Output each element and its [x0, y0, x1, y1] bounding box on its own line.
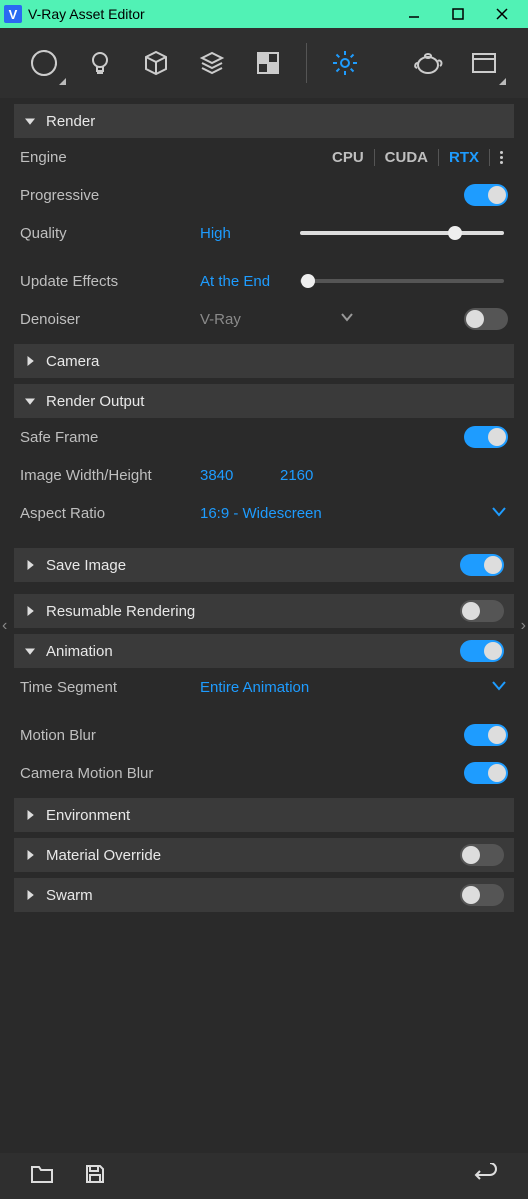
maximize-button[interactable] — [436, 0, 480, 28]
section-render[interactable]: Render — [14, 104, 514, 138]
section-material-override[interactable]: Material Override — [14, 838, 514, 872]
section-camera[interactable]: Camera — [14, 344, 514, 378]
section-swarm[interactable]: Swarm — [14, 878, 514, 912]
caret-right-icon — [24, 888, 38, 902]
time-segment-dropdown[interactable] — [490, 676, 508, 699]
safe-frame-label: Safe Frame — [20, 429, 200, 446]
animation-toggle[interactable] — [460, 640, 504, 662]
row-denoiser: Denoiser V-Ray — [14, 300, 514, 338]
teapot-icon[interactable] — [404, 39, 452, 87]
aspect-value[interactable]: 16:9 - Widescreen — [200, 505, 322, 522]
row-motion-blur: Motion Blur — [14, 716, 514, 754]
textures-icon[interactable] — [244, 39, 292, 87]
section-environment-label: Environment — [46, 807, 130, 824]
toolbar — [0, 28, 528, 98]
row-progressive: Progressive — [14, 176, 514, 214]
lights-icon[interactable] — [76, 39, 124, 87]
camera-motion-blur-label: Camera Motion Blur — [20, 765, 200, 782]
safe-frame-toggle[interactable] — [464, 426, 508, 448]
geometry-icon[interactable] — [132, 39, 180, 87]
engine-label: Engine — [20, 149, 200, 166]
row-time-segment: Time Segment Entire Animation — [14, 668, 514, 706]
section-save-image-label: Save Image — [46, 557, 126, 574]
row-engine: Engine CPU CUDA RTX — [14, 138, 514, 176]
panel-right-arrow[interactable]: › — [521, 617, 526, 635]
caret-right-icon — [24, 848, 38, 862]
titlebar: V V-Ray Asset Editor — [0, 0, 528, 28]
engine-more-icon[interactable] — [494, 151, 508, 164]
section-render-output-label: Render Output — [46, 393, 144, 410]
section-save-image[interactable]: Save Image — [14, 548, 514, 582]
update-effects-slider[interactable] — [300, 279, 504, 283]
frame-buffer-icon[interactable] — [460, 39, 508, 87]
caret-right-icon — [24, 558, 38, 572]
row-image-dims: Image Width/Height 3840 2160 — [14, 456, 514, 494]
row-camera-motion-blur: Camera Motion Blur — [14, 754, 514, 792]
app-logo: V — [4, 5, 22, 23]
materials-icon[interactable] — [20, 39, 68, 87]
camera-motion-blur-toggle[interactable] — [464, 762, 508, 784]
section-swarm-label: Swarm — [46, 887, 93, 904]
denoiser-toggle[interactable] — [464, 308, 508, 330]
quality-label: Quality — [20, 225, 200, 242]
section-environment[interactable]: Environment — [14, 798, 514, 832]
image-width-input[interactable]: 3840 — [200, 467, 280, 484]
denoiser-dropdown[interactable] — [339, 309, 355, 330]
resumable-toggle[interactable] — [460, 600, 504, 622]
section-render-label: Render — [46, 113, 95, 130]
progressive-toggle[interactable] — [464, 184, 508, 206]
settings-panel: ‹ › Render Engine CPU CUDA RTX Progressi… — [0, 98, 528, 1153]
caret-down-icon — [24, 114, 38, 128]
denoiser-value: V-Ray — [200, 311, 241, 328]
section-resumable[interactable]: Resumable Rendering — [14, 594, 514, 628]
section-camera-label: Camera — [46, 353, 99, 370]
section-resumable-label: Resumable Rendering — [46, 603, 195, 620]
image-height-input[interactable]: 2160 — [280, 467, 360, 484]
row-safe-frame: Safe Frame — [14, 418, 514, 456]
time-segment-label: Time Segment — [20, 679, 200, 696]
quality-slider[interactable] — [300, 231, 504, 235]
motion-blur-label: Motion Blur — [20, 727, 200, 744]
panel-left-arrow[interactable]: ‹ — [2, 617, 7, 635]
swarm-toggle[interactable] — [460, 884, 504, 906]
section-material-override-label: Material Override — [46, 847, 161, 864]
progressive-label: Progressive — [20, 187, 200, 204]
caret-down-icon — [24, 394, 38, 408]
update-effects-label: Update Effects — [20, 273, 200, 290]
toolbar-divider — [306, 43, 307, 83]
caret-right-icon — [24, 808, 38, 822]
engine-cuda[interactable]: CUDA — [375, 149, 439, 166]
material-override-toggle[interactable] — [460, 844, 504, 866]
render-elements-icon[interactable] — [188, 39, 236, 87]
image-dims-label: Image Width/Height — [20, 467, 200, 484]
section-animation-label: Animation — [46, 643, 113, 660]
window-title: V-Ray Asset Editor — [28, 6, 392, 22]
row-update-effects: Update Effects At the End — [14, 262, 514, 300]
section-animation[interactable]: Animation — [14, 634, 514, 668]
denoiser-label: Denoiser — [20, 311, 200, 328]
caret-right-icon — [24, 354, 38, 368]
save-image-toggle[interactable] — [460, 554, 504, 576]
time-segment-value[interactable]: Entire Animation — [200, 679, 309, 696]
row-aspect: Aspect Ratio 16:9 - Widescreen — [14, 494, 514, 532]
settings-icon[interactable] — [321, 39, 369, 87]
motion-blur-toggle[interactable] — [464, 724, 508, 746]
quality-value: High — [200, 225, 290, 242]
save-icon[interactable] — [84, 1163, 106, 1190]
open-folder-icon[interactable] — [30, 1163, 54, 1190]
close-button[interactable] — [480, 0, 524, 28]
row-quality: Quality High — [14, 214, 514, 252]
engine-rtx[interactable]: RTX — [439, 149, 490, 166]
undo-icon[interactable] — [474, 1163, 498, 1190]
aspect-dropdown[interactable] — [490, 502, 508, 525]
minimize-button[interactable] — [392, 0, 436, 28]
footer — [0, 1153, 528, 1199]
section-render-output[interactable]: Render Output — [14, 384, 514, 418]
aspect-label: Aspect Ratio — [20, 505, 200, 522]
caret-down-icon — [24, 644, 38, 658]
caret-right-icon — [24, 604, 38, 618]
update-effects-value: At the End — [200, 273, 290, 290]
engine-cpu[interactable]: CPU — [322, 149, 375, 166]
